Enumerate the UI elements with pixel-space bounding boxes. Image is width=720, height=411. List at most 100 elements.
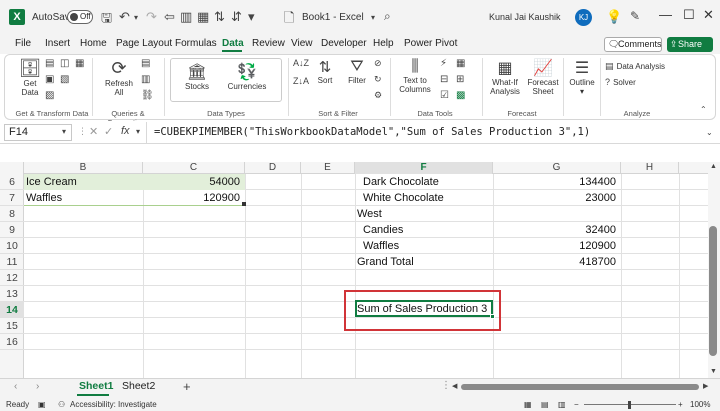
remove-duplicates-icon[interactable]: ⊟ [440,74,448,85]
column-header-g[interactable]: G [493,162,621,174]
cell-c6[interactable]: 54000 [143,174,245,190]
column-header-h[interactable]: H [621,162,679,174]
row-header-10[interactable]: 10 [0,238,24,254]
autosave-toggle[interactable]: Off [67,10,93,24]
horizontal-scroll-thumb[interactable] [461,384,699,390]
cancel-icon[interactable]: ✕ [89,125,98,138]
tab-view[interactable]: View [291,38,313,49]
row-header-7[interactable]: 7 [0,190,24,206]
prev-sheet-icon[interactable]: ‹ [14,381,17,392]
column-header-c[interactable]: C [143,162,245,174]
column-header-d[interactable]: D [245,162,301,174]
accessibility-icon[interactable]: ⚇ [58,400,65,409]
lightbulb-icon[interactable]: 💡 [606,9,622,25]
row-header-14[interactable]: 14 [0,302,24,318]
data-analysis-button[interactable]: ▤ Data Analysis [605,60,665,72]
save-icon[interactable]: 🖫 [101,9,112,31]
search-icon[interactable]: ⌕ [384,9,391,24]
clear-filter-icon[interactable]: ⊘ [374,58,382,69]
customize-toolbar-icon[interactable]: ▾ [248,9,255,25]
cell-f6[interactable]: Dark Chocolate [363,174,493,190]
column-header-f[interactable]: F [355,162,493,174]
reapply-icon[interactable]: ↻ [374,74,382,85]
row-header-12[interactable]: 12 [0,270,24,286]
get-data-button[interactable]: 🗄 Get Data [18,58,42,102]
add-sheet-icon[interactable]: + [183,379,191,394]
cell-b6[interactable]: Ice Cream [24,174,143,190]
name-box-dropdown-icon[interactable]: ▾ [62,127,66,136]
from-table-icon[interactable]: ▦ [75,58,84,69]
tab-data[interactable]: Data [222,38,244,49]
table-resize-handle-icon[interactable] [242,202,246,206]
sheet-tab-sheet2[interactable]: Sheet2 [122,380,155,392]
queries-icon[interactable]: ▤ [141,58,150,69]
row-header-9[interactable]: 9 [0,222,24,238]
share-button[interactable]: ⇪ Share [667,37,713,52]
accessibility-status[interactable]: Accessibility: Investigate [70,400,157,409]
edit-links-icon[interactable]: ⛓ [141,90,154,101]
tab-developer[interactable]: Developer [321,38,367,49]
cell-f8[interactable]: West [357,206,493,222]
data-model-icon[interactable]: ▩ [456,90,465,101]
page-layout-view-icon[interactable]: ▤ [541,400,549,409]
sheet-tab-sheet1[interactable]: Sheet1 [79,380,113,392]
from-text-icon[interactable]: ▤ [45,58,54,69]
existing-connections-icon[interactable]: ▧ [60,74,69,85]
page-break-view-icon[interactable]: ▥ [558,400,566,409]
collapse-ribbon-icon[interactable]: ⌃ [700,105,707,114]
pen-icon[interactable]: ✎ [630,9,640,23]
next-sheet-icon[interactable]: › [36,381,39,392]
scroll-down-icon[interactable]: ▼ [710,368,717,375]
tab-review[interactable]: Review [252,38,285,49]
expand-formula-bar-icon[interactable]: ⌄ [706,128,713,137]
text-to-columns-button[interactable]: ⫼ Text to Columns [396,58,434,94]
filter-button[interactable]: ⛛ Filter [345,58,369,85]
sort-az-icon[interactable]: ⇅ [214,9,225,25]
sheet-options-icon[interactable]: ⋮ [441,380,451,391]
sort-az-icon[interactable]: A↓Z [293,58,309,68]
properties-icon[interactable]: ▥ [141,74,150,85]
undo-icon[interactable]: ↶ [119,9,130,25]
solver-button[interactable]: ? Solver [605,76,636,88]
scroll-right-icon[interactable]: ▶ [703,382,708,390]
stocks-button[interactable]: 🏛 Stocks [180,62,214,91]
row-header-8[interactable]: 8 [0,206,24,222]
sort-za-icon[interactable]: ⇵ [231,9,242,25]
macro-record-icon[interactable]: ▣ [38,400,46,409]
minimize-icon[interactable]: — [659,7,672,22]
from-web-icon[interactable]: ◫ [60,58,69,69]
row-header-13[interactable]: 13 [0,286,24,302]
scroll-left-icon[interactable]: ◀ [452,382,457,390]
data-validation-icon[interactable]: ☑ [440,90,449,101]
currencies-button[interactable]: 💱 Currencies [226,62,268,91]
sort-za-icon[interactable]: Z↓A [293,76,309,86]
redo-icon[interactable]: ↷ [146,9,157,25]
undo-dropdown-icon[interactable]: ▾ [134,13,138,22]
enter-icon[interactable]: ✓ [104,125,113,138]
advanced-filter-icon[interactable]: ⚙ [374,90,382,101]
what-if-analysis-button[interactable]: ▦ What-If Analysis [487,58,523,96]
column-header-b[interactable]: B [24,162,143,174]
row-header-15[interactable]: 15 [0,318,24,334]
scroll-up-icon[interactable]: ▲ [710,163,717,170]
row-header-6[interactable]: 6 [0,174,24,190]
back-icon[interactable]: ⇦ [164,9,175,25]
tab-power-pivot[interactable]: Power Pivot [404,38,457,49]
column-header-e[interactable]: E [301,162,355,174]
data-icon[interactable]: ▦ [197,9,209,25]
cell-g6[interactable]: 134400 [493,174,621,190]
refresh-all-button[interactable]: ⟳ Refresh All [104,58,134,102]
formula-input[interactable]: =CUBEKPIMEMBER("ThisWorkbookDataModel","… [154,126,590,138]
cell-g9[interactable]: 32400 [493,222,621,238]
tab-home[interactable]: Home [80,38,107,49]
cell-f9[interactable]: Candies [363,222,493,238]
recent-sources-icon[interactable]: ▣ [45,74,54,85]
maximize-icon[interactable]: ☐ [683,7,695,23]
avatar[interactable]: KJ [575,9,592,26]
cell-f10[interactable]: Waffles [363,238,493,254]
tab-page-layout[interactable]: Page Layout [116,38,172,49]
cell-f7[interactable]: White Chocolate [363,190,493,206]
tab-insert[interactable]: Insert [45,38,70,49]
cell-c7[interactable]: 120900 [143,190,245,206]
vertical-scroll-thumb[interactable] [709,226,717,356]
